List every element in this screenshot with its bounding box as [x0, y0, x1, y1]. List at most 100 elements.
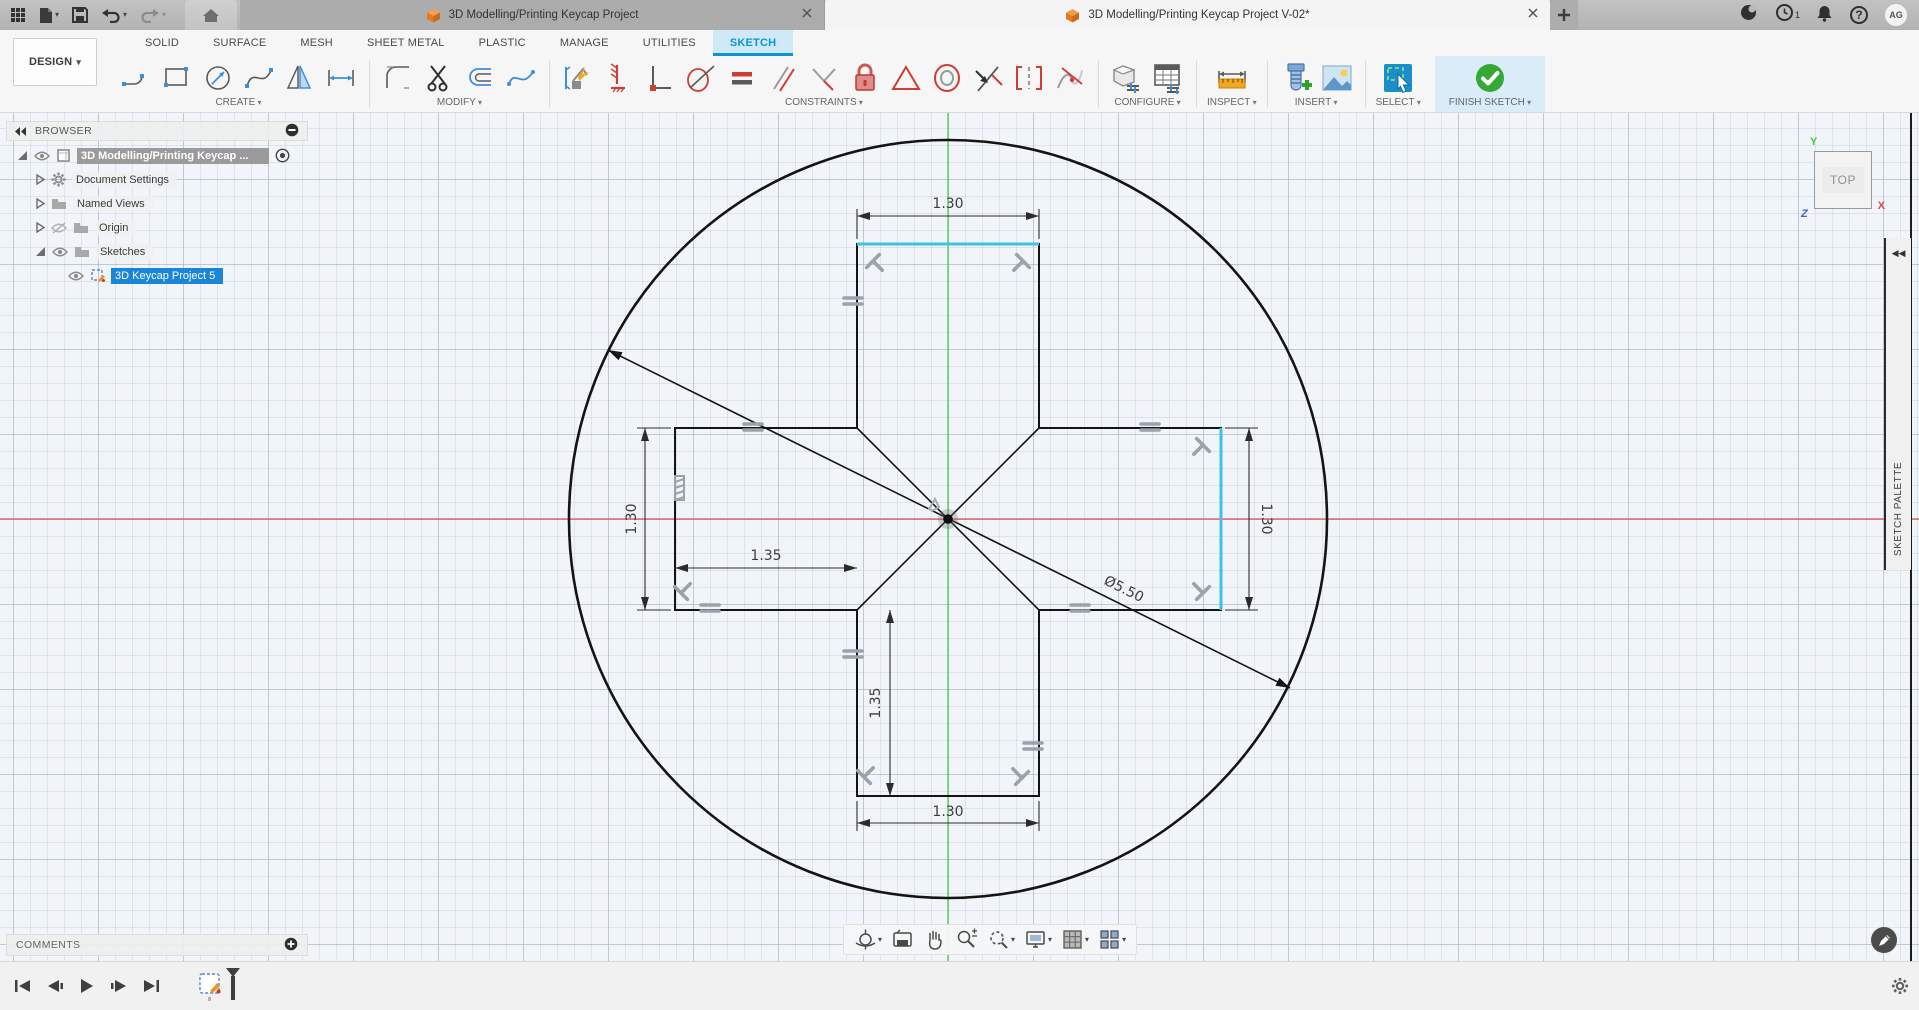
concentric-constraint-icon[interactable] — [929, 60, 965, 96]
undo-button[interactable]: ▾ — [101, 7, 127, 23]
redo-caret[interactable]: ▾ — [162, 11, 166, 19]
visibility-eye-icon[interactable] — [52, 247, 68, 257]
tab-plastic[interactable]: PLASTIC — [462, 30, 543, 56]
display-settings-icon[interactable]: ▾ — [1021, 926, 1055, 953]
expanded-triangle-icon[interactable] — [36, 247, 46, 257]
zoom-window-tool-icon[interactable]: ▾ — [984, 926, 1018, 953]
tab-sketch[interactable]: SKETCH — [713, 30, 793, 56]
home-tab-button[interactable] — [185, 0, 237, 30]
line-tool-icon[interactable] — [118, 60, 154, 96]
zoom-window-caret[interactable]: ▾ — [1011, 936, 1015, 944]
browser-sketch-label[interactable]: 3D Keycap Project 5 — [111, 268, 223, 284]
constraints-menu-label[interactable]: CONSTRAINTS — [785, 97, 863, 110]
collinear-constraint-icon[interactable] — [601, 60, 637, 96]
expand-palette-icon[interactable]: ◀◀ — [1892, 248, 1906, 259]
browser-minimize-icon[interactable] — [285, 123, 299, 140]
browser-header[interactable]: BROWSER — [6, 121, 308, 141]
tab-mesh[interactable]: MESH — [283, 30, 350, 56]
expanded-triangle-icon[interactable] — [18, 151, 28, 161]
offset-tool-icon[interactable] — [462, 60, 498, 96]
tab-solid[interactable]: SOLID — [128, 30, 196, 56]
fix-constraint-icon[interactable] — [847, 60, 883, 96]
finish-sketch-label[interactable]: FINISH SKETCH — [1449, 97, 1531, 110]
timeline-step-back-button[interactable] — [42, 973, 68, 999]
visibility-eye-icon[interactable] — [34, 151, 50, 161]
configure-menu-label[interactable]: CONFIGURE — [1114, 97, 1180, 110]
horizontal-vertical-constraint-icon[interactable] — [642, 60, 678, 96]
comments-panel[interactable]: COMMENTS — [6, 934, 308, 956]
dimension-diameter-value[interactable]: Ø5.50 — [1101, 573, 1146, 606]
tab-manage[interactable]: MANAGE — [543, 30, 626, 56]
browser-item-sketches[interactable]: Sketches — [6, 242, 308, 261]
timeline-play-button[interactable] — [74, 973, 100, 999]
app-grid-icon[interactable] — [10, 7, 26, 23]
fix-constraint-glyph[interactable] — [675, 476, 684, 500]
document-tab-1[interactable]: 3D Modelling/Printing Keycap Project — [240, 0, 825, 30]
browser-item-label[interactable]: Named Views — [73, 196, 153, 212]
viewports-caret[interactable]: ▾ — [1122, 936, 1126, 944]
display-caret[interactable]: ▾ — [1048, 936, 1052, 944]
spline-tool-icon[interactable] — [241, 60, 277, 96]
dimension-left-value[interactable]: 1.30 — [624, 503, 640, 534]
sketch-canvas[interactable]: 1.30 1.30 1.30 1.30 — [0, 113, 1919, 961]
collapsed-triangle-icon[interactable] — [36, 174, 45, 185]
close-tab-1-icon[interactable] — [802, 8, 812, 21]
origin-point[interactable] — [943, 514, 953, 524]
perpendicular-constraint-icon[interactable] — [806, 60, 842, 96]
insert-menu-label[interactable]: INSERT — [1295, 97, 1338, 110]
pan-tool-icon[interactable] — [920, 926, 949, 953]
dimension-top-value[interactable]: 1.30 — [932, 196, 963, 212]
grid-settings-icon[interactable]: ▾ — [1058, 926, 1092, 953]
browser-root-label[interactable]: 3D Modelling/Printing Keycap ... — [77, 148, 269, 164]
browser-item-label[interactable]: Origin — [95, 220, 136, 236]
modify-menu-label[interactable]: MODIFY — [437, 97, 482, 110]
visibility-off-eye-icon[interactable] — [51, 222, 67, 234]
configuration-table-icon[interactable] — [1150, 60, 1186, 96]
timeline-settings-gear-icon[interactable] — [1891, 977, 1909, 995]
equal-constraint-icon[interactable] — [724, 60, 760, 96]
save-button[interactable] — [72, 7, 88, 23]
timeline-go-to-start-button[interactable] — [10, 973, 36, 999]
browser-item-named-views[interactable]: Named Views — [6, 194, 308, 213]
dimension-bottom-value[interactable]: 1.30 — [932, 804, 963, 820]
comment-bubble-button[interactable] — [1871, 927, 1897, 953]
symmetry-constraint-icon[interactable] — [1011, 60, 1047, 96]
select-tool-icon[interactable] — [1380, 60, 1416, 96]
mirror-tool-icon[interactable] — [282, 60, 318, 96]
browser-item-origin[interactable]: Origin — [6, 218, 308, 237]
timeline-go-to-end-button[interactable] — [138, 973, 164, 999]
browser-root-row[interactable]: 3D Modelling/Printing Keycap ... — [6, 146, 308, 165]
parallel-constraint-icon[interactable] — [765, 60, 801, 96]
finish-sketch-icon[interactable] — [1472, 60, 1508, 96]
undo-caret[interactable]: ▾ — [123, 11, 127, 19]
rectangle-tool-icon[interactable] — [159, 60, 195, 96]
create-menu-label[interactable]: CREATE — [215, 97, 261, 110]
measure-tool-icon[interactable] — [1214, 60, 1250, 96]
activate-radio-icon[interactable] — [275, 148, 290, 163]
circle-tool-icon[interactable] — [200, 60, 236, 96]
browser-item-label[interactable]: Document Settings — [72, 172, 177, 188]
timeline-position-marker[interactable] — [224, 966, 242, 1007]
inspect-menu-label[interactable]: INSPECT — [1207, 97, 1257, 110]
view-cube-face-label[interactable]: TOP — [1822, 167, 1864, 193]
visibility-eye-icon[interactable] — [68, 271, 84, 281]
job-status-icon[interactable]: 1 — [1775, 3, 1799, 27]
collapsed-triangle-icon[interactable] — [36, 198, 45, 209]
orbit-caret[interactable]: ▾ — [878, 936, 882, 944]
collapsed-triangle-icon[interactable] — [36, 222, 45, 233]
sketch-palette-tab[interactable]: ◀◀ SKETCH PALETTE — [1884, 238, 1911, 570]
fillet-tool-icon[interactable] — [380, 60, 416, 96]
group-finish-sketch[interactable]: FINISH SKETCH — [1435, 56, 1545, 112]
timeline-step-forward-button[interactable] — [106, 973, 132, 999]
notifications-bell-icon[interactable] — [1816, 4, 1833, 27]
insert-fastener-icon[interactable] — [1278, 60, 1314, 96]
help-icon[interactable]: ? — [1850, 6, 1868, 24]
redo-button[interactable]: ▾ — [140, 7, 166, 23]
timeline-sketch-feature[interactable] — [198, 971, 222, 1001]
triangle-constraint-icon[interactable] — [888, 60, 924, 96]
dimension-left-arm-value[interactable]: 1.35 — [750, 548, 781, 564]
configure-feature-icon[interactable] — [1109, 60, 1145, 96]
look-at-tool-icon[interactable] — [888, 926, 917, 953]
tangent-constraint-icon[interactable] — [683, 60, 719, 96]
tab-sheet-metal[interactable]: SHEET METAL — [350, 30, 462, 56]
